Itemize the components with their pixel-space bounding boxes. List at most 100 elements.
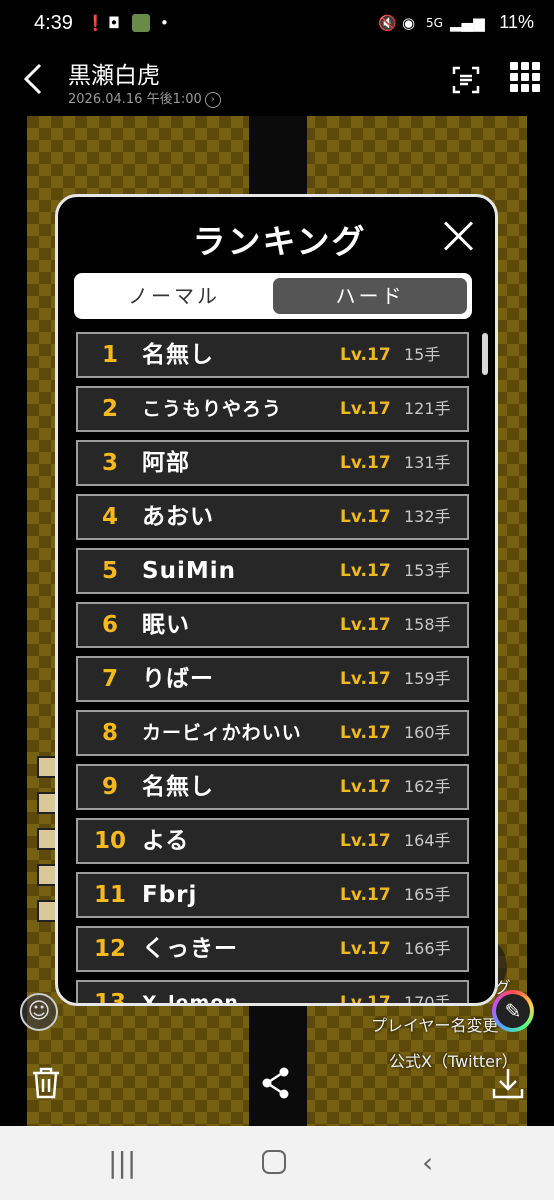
back-nav-button[interactable]: ‹ xyxy=(422,1146,433,1179)
grid-menu-button[interactable] xyxy=(510,62,540,92)
grid-menu-icon xyxy=(521,84,529,92)
viewer-header: 黒瀬白虎 2026.04.16 午後1:00 › xyxy=(0,50,554,116)
move-count: 121手 xyxy=(404,399,451,418)
player-level: Lv.17 xyxy=(340,723,391,743)
move-count: 166手 xyxy=(404,939,451,958)
signal-icon: ▂▄▆ xyxy=(450,14,485,32)
ranking-row: 3 阿部 Lv.17 131手 xyxy=(76,440,469,486)
player-name: こうもりやろう xyxy=(142,398,283,420)
back-button[interactable] xyxy=(22,62,44,102)
emoji-button[interactable]: ☺ xyxy=(20,993,58,1031)
player-name: 阿部 xyxy=(142,450,190,476)
app-notification-icon: ◘ xyxy=(108,14,120,32)
ranking-row: 5 SuiMin Lv.17 153手 xyxy=(76,548,469,594)
player-level: Lv.17 xyxy=(340,777,391,797)
move-count: 160手 xyxy=(404,723,451,742)
ranking-row: 1 名無し Lv.17 15手 xyxy=(76,332,469,378)
rank-number: 4 xyxy=(101,504,118,530)
move-count: 15手 xyxy=(404,345,441,364)
recent-apps-icon: ||| xyxy=(108,1146,137,1179)
player-level: Lv.17 xyxy=(340,561,391,581)
grid-menu-icon xyxy=(521,73,529,81)
date-link[interactable]: 2026.04.16 午後1:00 › xyxy=(68,88,221,108)
player-name: くっきー xyxy=(142,936,238,962)
player-level: Lv.17 xyxy=(340,399,391,419)
rank-number: 1 xyxy=(101,342,118,368)
player-name: カービィかわいい xyxy=(142,722,302,744)
grid-menu-icon xyxy=(510,84,518,92)
grid-menu-icon xyxy=(532,84,540,92)
network-type: 5G xyxy=(426,16,443,30)
text-scan-button[interactable] xyxy=(452,66,480,94)
download-icon xyxy=(492,1069,524,1099)
rank-number: 2 xyxy=(101,396,118,422)
rank-number: 10 xyxy=(93,828,126,854)
rank-number: 6 xyxy=(101,612,118,638)
alert-icon: ❗ xyxy=(86,14,105,32)
difficulty-tabs: ノーマル ハード xyxy=(74,273,472,319)
back-nav-icon: ‹ xyxy=(422,1146,434,1179)
rank-number: 12 xyxy=(93,936,126,962)
move-count: 158手 xyxy=(404,615,451,634)
rank-number: 3 xyxy=(101,450,118,476)
rank-number: 8 xyxy=(101,720,118,746)
mute-icon: 🔇 xyxy=(378,14,397,32)
tab-hard[interactable]: ハード xyxy=(273,278,467,314)
rank-number: 13 xyxy=(93,990,126,1006)
move-count: 165手 xyxy=(404,885,451,904)
recent-apps-button[interactable]: ||| xyxy=(108,1146,136,1179)
player-name: SuiMin xyxy=(142,558,236,584)
ranking-row: 10 よる Lv.17 164手 xyxy=(76,818,469,864)
grid-menu-icon xyxy=(510,73,518,81)
player-name: Fbrj xyxy=(142,882,198,908)
chevron-right-icon: › xyxy=(204,91,221,108)
player-level: Lv.17 xyxy=(340,507,391,527)
player-name: 眠い xyxy=(142,612,190,638)
chevron-left-icon xyxy=(23,63,42,95)
date-text: 2026.04.16 午後1:00 xyxy=(68,92,202,107)
scrollbar[interactable] xyxy=(482,333,488,375)
ranking-row: 12 くっきー Lv.17 166手 xyxy=(76,926,469,972)
download-button[interactable] xyxy=(490,1065,530,1105)
player-level: Lv.17 xyxy=(340,345,391,365)
edit-button[interactable]: ✎ xyxy=(492,990,534,1032)
delete-button[interactable] xyxy=(28,1065,68,1105)
player-level: Lv.17 xyxy=(340,615,391,635)
player-level: Lv.17 xyxy=(340,885,391,905)
modal-title: ランキング xyxy=(192,222,367,261)
bottom-toolbar xyxy=(0,1050,554,1125)
trash-icon xyxy=(33,1067,59,1099)
share-button[interactable] xyxy=(258,1065,298,1105)
ranking-row: 7 りばー Lv.17 159手 xyxy=(76,656,469,702)
rank-number: 11 xyxy=(93,882,126,908)
ranking-row: 11 Fbrj Lv.17 165手 xyxy=(76,872,469,918)
rank-number: 7 xyxy=(101,666,118,692)
move-count: 153手 xyxy=(404,561,451,580)
player-level: Lv.17 xyxy=(340,993,391,1006)
tab-normal[interactable]: ノーマル xyxy=(79,278,269,314)
player-name: 名無し xyxy=(142,342,214,368)
location-icon: ◉ xyxy=(402,14,416,32)
move-count: 162手 xyxy=(404,777,451,796)
system-nav-bar: ||| ‹ xyxy=(0,1126,554,1200)
ranking-row: 2 こうもりやろう Lv.17 121手 xyxy=(76,386,469,432)
ranking-modal: ランキング ノーマル ハード 1 名無し Lv.17 15手 2 こうもりやろう Lv.17… xyxy=(55,194,498,1006)
share-icon xyxy=(262,1067,289,1099)
grid-menu-icon xyxy=(521,62,529,70)
grid-menu-icon xyxy=(532,62,540,70)
ranking-row: 9 名無し Lv.17 162手 xyxy=(76,764,469,810)
move-count: 131手 xyxy=(404,453,451,472)
move-count: 164手 xyxy=(404,831,451,850)
move-count: 132手 xyxy=(404,507,451,526)
home-button[interactable] xyxy=(262,1150,286,1174)
player-name: よる xyxy=(142,828,190,854)
status-time: 4:39 xyxy=(34,12,73,34)
player-level: Lv.17 xyxy=(340,831,391,851)
ranking-row: 4 あおい Lv.17 132手 xyxy=(76,494,469,540)
player-name: X_lemon xyxy=(142,992,239,1006)
move-count: 170手 xyxy=(404,993,451,1006)
grid-menu-icon xyxy=(532,73,540,81)
status-bar: 4:39 ❗ ◘ • 🔇 ◉ 5G ▂▄▆ 11% xyxy=(0,0,554,50)
close-button[interactable] xyxy=(442,219,476,253)
ranking-list[interactable]: 1 名無し Lv.17 15手 2 こうもりやろう Lv.17 121手 3 阿部 Lv.17 131… xyxy=(76,332,471,1006)
